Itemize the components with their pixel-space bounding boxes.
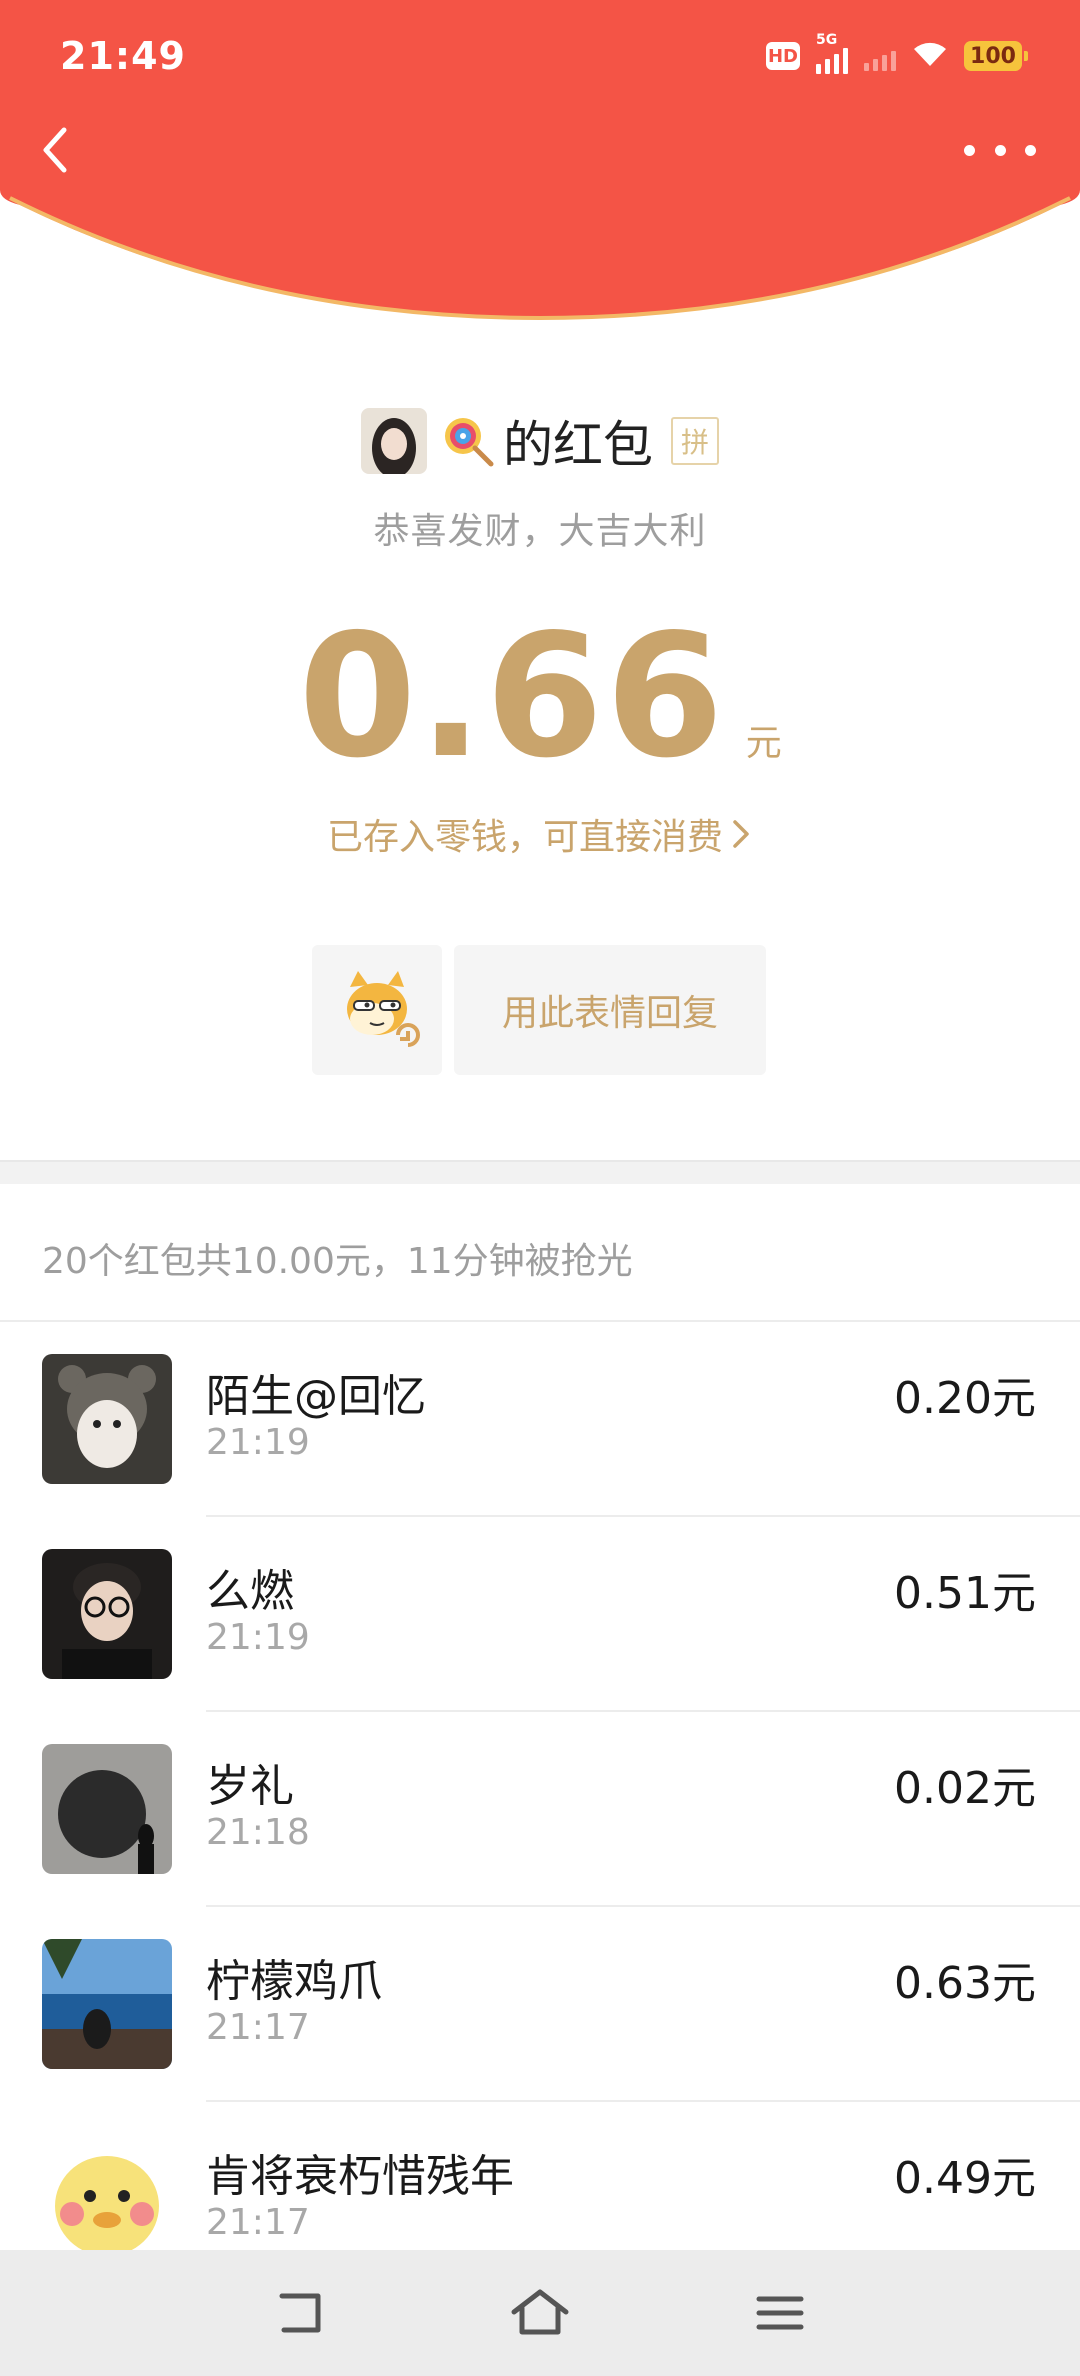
- cat-sticker-icon: [347, 971, 420, 1047]
- recipient-time: 21:19: [206, 1617, 310, 1658]
- avatar: [42, 1354, 172, 1484]
- amount-unit: 元: [745, 723, 782, 764]
- sender-row: 的红包 拼: [0, 405, 1080, 477]
- reply-with-sticker-button[interactable]: 用此表情回复: [454, 945, 766, 1075]
- chevron-right-icon: [733, 820, 749, 848]
- saved-to-wallet-link[interactable]: 已存入零钱，可直接消费: [0, 808, 1080, 860]
- status-bar: 21:49 HD 5G 100: [0, 0, 1080, 110]
- recipient-name: 肯将衰朽惜残年: [206, 2151, 514, 2202]
- recipient-list: 陌生@回忆 21:19 0.20元 么燃 21:19 0.51元 岁礼 21:1…: [0, 1322, 1080, 2297]
- sender-title: 的红包 拼: [441, 405, 719, 477]
- sticker-button[interactable]: [312, 945, 442, 1075]
- pin-badge: 拼: [671, 417, 719, 465]
- recipient-amount: 0.02元: [894, 1763, 1036, 1814]
- recipient-amount: 0.20元: [894, 1373, 1036, 1424]
- avatar: [42, 1549, 172, 1679]
- back-button[interactable]: [28, 120, 88, 180]
- section-divider: [0, 1160, 1080, 1184]
- sender-title-text: 的红包: [503, 416, 653, 474]
- signal-5g-icon: 5G: [816, 32, 848, 74]
- avatar: [42, 1939, 172, 2069]
- list-item[interactable]: 么燃 21:19 0.51元: [0, 1517, 1080, 1712]
- list-item[interactable]: 柠檬鸡爪 21:17 0.63元: [0, 1907, 1080, 2102]
- recipient-amount: 0.51元: [894, 1568, 1036, 1619]
- wish-text: 恭喜发财，大吉大利: [373, 511, 707, 552]
- sender-avatar: [361, 408, 427, 474]
- recipient-time: 21:18: [206, 1812, 310, 1853]
- recipient-time: 21:17: [206, 2007, 310, 2048]
- amount-value: 0.66: [298, 598, 726, 796]
- reply-row: 用此表情回复: [312, 945, 766, 1075]
- signal-secondary-icon: [864, 41, 896, 71]
- more-button[interactable]: [964, 128, 1036, 172]
- recipient-time: 21:19: [206, 1422, 310, 1463]
- recipient-amount: 0.49元: [894, 2153, 1036, 2204]
- avatar: [42, 1744, 172, 1874]
- battery-icon: 100: [964, 41, 1028, 71]
- more-dot: [994, 144, 1006, 156]
- avatar: [42, 2134, 172, 2264]
- wifi-icon: [912, 40, 948, 72]
- home-icon: [511, 2289, 569, 2335]
- nav-back-button[interactable]: [270, 2283, 330, 2343]
- recipient-name: 岁礼: [206, 1761, 294, 1812]
- lollipop-icon: [445, 418, 494, 467]
- recipient-name: 陌生@回忆: [206, 1371, 426, 1422]
- list-item[interactable]: 陌生@回忆 21:19 0.20元: [0, 1322, 1080, 1517]
- status-time: 21:49: [60, 34, 186, 78]
- packet-summary: 20个红包共10.00元，11分钟被抢光: [42, 1241, 633, 1282]
- recipient-amount: 0.63元: [894, 1958, 1036, 2009]
- amount-block: 0.66 元: [0, 612, 1080, 782]
- recipient-name: 柠檬鸡爪: [206, 1956, 382, 2007]
- recipient-name: 么燃: [206, 1566, 294, 1617]
- more-dot: [1025, 144, 1036, 156]
- nav-home-button[interactable]: [510, 2283, 570, 2343]
- hd-icon: HD: [766, 42, 800, 70]
- return-icon: [279, 2293, 321, 2333]
- list-item[interactable]: 岁礼 21:18 0.02元: [0, 1712, 1080, 1907]
- saved-text: 已存入零钱，可直接消费: [326, 817, 723, 858]
- system-nav-bar: [0, 2250, 1080, 2376]
- recipient-time: 21:17: [206, 2202, 310, 2243]
- more-dot: [964, 144, 975, 156]
- red-packet-detail-page: 21:49 HD 5G 100 的红包 拼 恭喜发财，大吉大利 0.66 元 已…: [0, 0, 1080, 2376]
- menu-icon: [756, 2296, 804, 2330]
- chevron-left-icon: [43, 127, 67, 173]
- nav-menu-button[interactable]: [750, 2283, 810, 2343]
